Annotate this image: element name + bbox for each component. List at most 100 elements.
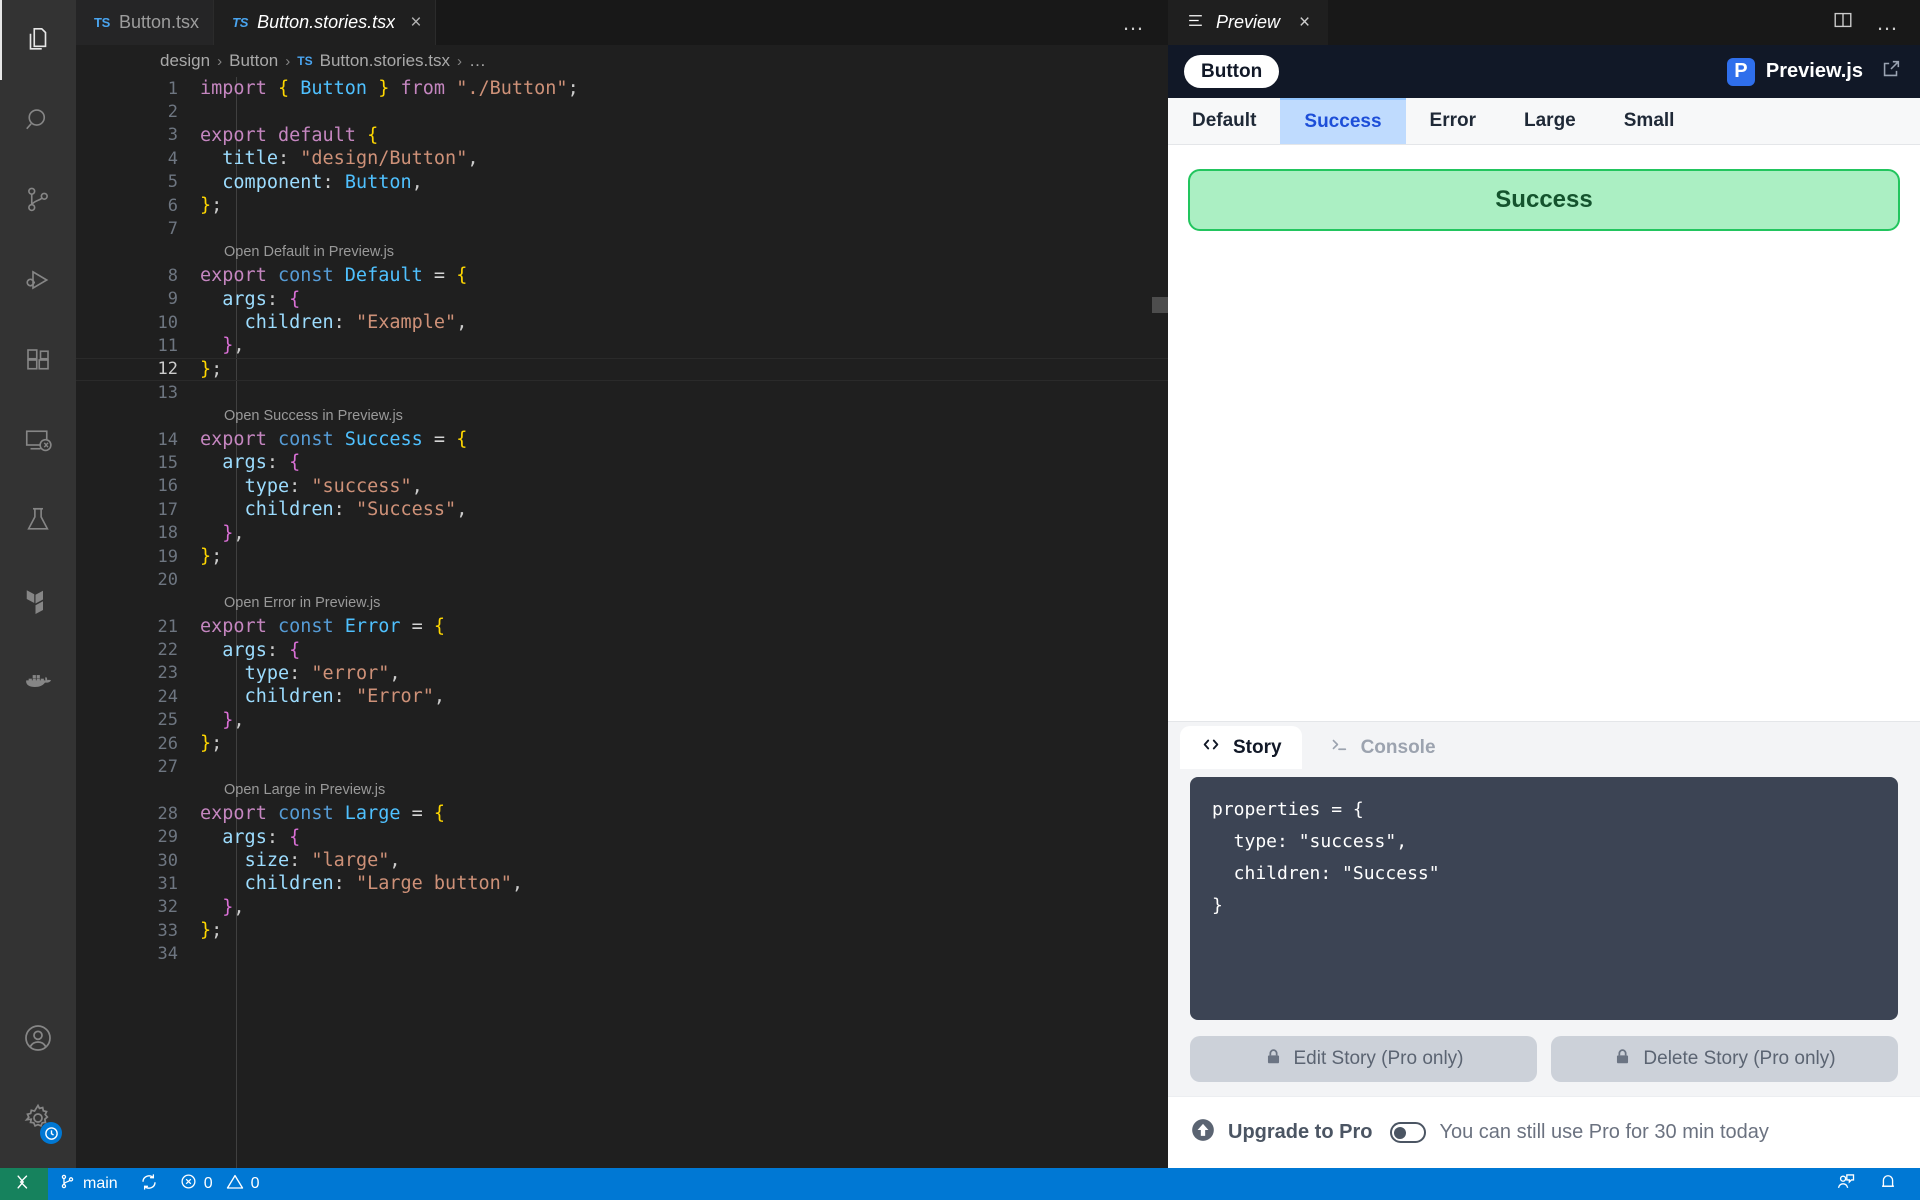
story-tab-default[interactable]: Default (1168, 98, 1280, 144)
code-line[interactable]: 30 size: "large", (76, 849, 1168, 872)
editor-tab-label: Button.stories.tsx (257, 12, 395, 33)
code-line[interactable]: 25 }, (76, 709, 1168, 732)
code-line[interactable]: 26}; (76, 732, 1168, 755)
line-number: 14 (76, 430, 200, 450)
code-line[interactable]: 23 type: "error", (76, 662, 1168, 685)
remote-window-button[interactable] (0, 1168, 48, 1200)
code-line[interactable]: 9 args: { (76, 288, 1168, 311)
tab-console[interactable]: Console (1308, 726, 1456, 769)
story-tab-large[interactable]: Large (1500, 98, 1600, 144)
tab-story[interactable]: Story (1180, 726, 1302, 769)
code-lens-link[interactable]: Open Default in Preview.js (224, 244, 394, 260)
code-line[interactable]: 4 title: "design/Button", (76, 147, 1168, 170)
activity-item-source-control[interactable] (0, 160, 76, 240)
code-token (200, 499, 245, 520)
breadcrumb-item-overflow[interactable]: … (469, 51, 486, 71)
code-lens-link[interactable]: Open Large in Preview.js (224, 782, 385, 798)
code-line[interactable]: 21export const Error = { (76, 615, 1168, 638)
code-line[interactable]: 13 (76, 381, 1168, 404)
previewjs-panel: Preview × … Button P Preview.js (1168, 0, 1920, 1168)
line-number: 5 (76, 172, 200, 192)
code-token (200, 873, 245, 894)
code-token: export (200, 616, 278, 637)
breadcrumb-item-button[interactable]: Button (229, 51, 278, 71)
code-line[interactable]: 16 type: "success", (76, 475, 1168, 498)
code-line[interactable]: 11 }, (76, 334, 1168, 357)
code-line[interactable]: 6}; (76, 194, 1168, 217)
code-line[interactable]: 15 args: { (76, 451, 1168, 474)
status-problems[interactable]: 0 0 (169, 1168, 271, 1200)
code-token: , (389, 663, 400, 684)
code-lines: 1import { Button } from "./Button";23exp… (76, 77, 1168, 966)
code-editor[interactable]: 1import { Button } from "./Button";23exp… (76, 77, 1168, 1168)
activity-item-explorer[interactable] (0, 0, 76, 80)
activity-item-settings[interactable] (0, 1078, 76, 1158)
activity-item-remote-explorer[interactable] (0, 400, 76, 480)
status-sync[interactable] (129, 1168, 169, 1200)
breadcrumb-item-design[interactable]: design (160, 51, 210, 71)
trial-toggle[interactable] (1390, 1122, 1426, 1143)
remote-explorer-icon (23, 425, 53, 455)
code-line[interactable]: 27 (76, 755, 1168, 778)
preview-tab[interactable]: Preview × (1168, 0, 1328, 45)
code-line[interactable]: 24 children: "Error", (76, 685, 1168, 708)
rendered-component-button[interactable]: Success (1188, 169, 1900, 231)
editor-more-actions-icon[interactable]: … (1122, 16, 1168, 29)
code-line[interactable]: 3export default { (76, 124, 1168, 147)
code-line[interactable]: 19}; (76, 545, 1168, 568)
open-external-icon[interactable] (1880, 58, 1902, 85)
code-line[interactable]: 32 }, (76, 896, 1168, 919)
status-branch[interactable]: main (48, 1168, 129, 1200)
story-tab-success[interactable]: Success (1280, 98, 1405, 144)
code-token: } (222, 897, 233, 918)
code-line[interactable]: 7 (76, 217, 1168, 240)
panel-more-actions-icon[interactable]: … (1876, 16, 1900, 29)
code-line[interactable]: 14export const Success = { (76, 428, 1168, 451)
activity-item-search[interactable] (0, 80, 76, 160)
code-lens-link[interactable]: Open Success in Preview.js (224, 408, 403, 424)
editor-tab-button-tsx[interactable]: TS Button.tsx (76, 0, 214, 45)
code-line[interactable]: 31 children: "Large button", (76, 872, 1168, 895)
close-icon[interactable]: × (410, 13, 421, 32)
line-content: export const Default = { (200, 265, 467, 286)
code-line[interactable]: 18 }, (76, 521, 1168, 544)
activity-item-docker[interactable] (0, 640, 76, 720)
edit-story-button[interactable]: Edit Story (Pro only) (1190, 1036, 1537, 1082)
code-line[interactable]: 22 args: { (76, 638, 1168, 661)
code-line[interactable]: 34 (76, 942, 1168, 965)
activity-item-terraform[interactable] (0, 560, 76, 640)
trial-status[interactable]: You can still use Pro for 30 min today (1390, 1121, 1768, 1144)
activity-item-extensions[interactable] (0, 320, 76, 400)
code-line[interactable]: 29 args: { (76, 826, 1168, 849)
activity-item-run-and-debug[interactable] (0, 240, 76, 320)
code-line[interactable]: 28export const Large = { (76, 802, 1168, 825)
code-token: : (334, 499, 356, 520)
scrollbar-thumb[interactable] (1152, 297, 1168, 313)
code-token: : (323, 172, 345, 193)
code-token: ; (568, 78, 579, 99)
code-line[interactable]: 12}; (76, 358, 1168, 381)
story-tab-error[interactable]: Error (1406, 98, 1500, 144)
code-token: { (289, 827, 300, 848)
upgrade-to-pro-button[interactable]: Upgrade to Pro (1190, 1117, 1372, 1149)
split-editor-icon[interactable] (1832, 9, 1854, 36)
code-line[interactable]: 10 children: "Example", (76, 311, 1168, 334)
code-line[interactable]: 8export const Default = { (76, 264, 1168, 287)
code-line[interactable]: 17 children: "Success", (76, 498, 1168, 521)
code-line[interactable]: 20 (76, 568, 1168, 591)
code-line[interactable]: 2 (76, 100, 1168, 123)
status-notifications[interactable] (1867, 1168, 1920, 1200)
story-tab-small[interactable]: Small (1600, 98, 1699, 144)
activity-item-accounts[interactable] (0, 998, 76, 1078)
status-feedback[interactable] (1825, 1168, 1867, 1200)
code-line[interactable]: 33}; (76, 919, 1168, 942)
code-line[interactable]: 5 component: Button, (76, 171, 1168, 194)
delete-story-button[interactable]: Delete Story (Pro only) (1551, 1036, 1898, 1082)
breadcrumb-item-file[interactable]: Button.stories.tsx (320, 51, 450, 71)
close-icon[interactable]: × (1299, 12, 1310, 34)
editor-tab-button-stories-tsx[interactable]: TS Button.stories.tsx × (214, 0, 436, 45)
lock-icon (1613, 1047, 1632, 1072)
code-lens-link[interactable]: Open Error in Preview.js (224, 595, 380, 611)
code-line[interactable]: 1import { Button } from "./Button"; (76, 77, 1168, 100)
activity-item-testing[interactable] (0, 480, 76, 560)
